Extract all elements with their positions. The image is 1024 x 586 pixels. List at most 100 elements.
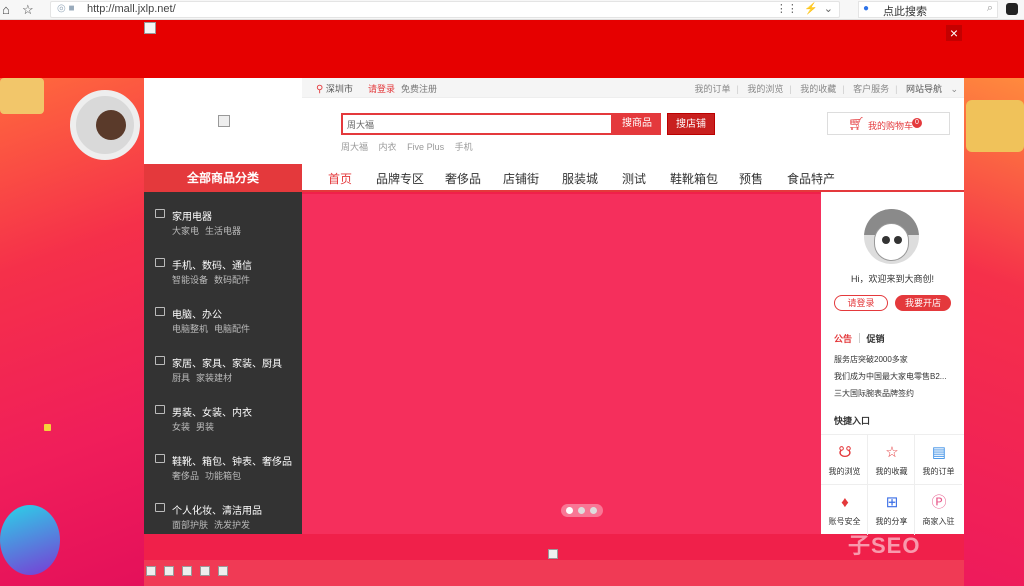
thumbnail-placeholder[interactable] xyxy=(218,566,228,576)
category-title[interactable]: 个人化妆、清洁用品 xyxy=(172,502,262,517)
quick-link-label: 账号安全 xyxy=(828,517,861,526)
link-my-browse[interactable]: 我的浏览 xyxy=(747,84,783,94)
category-item[interactable]: 电脑、办公 电脑整机 电脑配件 xyxy=(144,296,302,345)
bottom-strip xyxy=(144,560,964,586)
quick-link-browse[interactable]: ☋ 我的浏览 xyxy=(821,435,868,485)
hot-words: 周大福 内衣 Five Plus 手机 xyxy=(341,140,481,153)
category-item[interactable]: 手机、数码、通信 智能设备 数码配件 xyxy=(144,247,302,296)
banner-dot[interactable] xyxy=(578,507,585,514)
hot-word[interactable]: 手机 xyxy=(455,142,473,152)
category-item[interactable]: 鞋靴、箱包、钟表、奢侈品 奢侈品 功能箱包 xyxy=(144,443,302,492)
sub-link[interactable]: 数码配件 xyxy=(214,275,250,285)
thumbnail-placeholder[interactable] xyxy=(182,566,192,576)
link-customer-service[interactable]: 客户服务 xyxy=(853,84,889,94)
search-input[interactable]: 周大福 xyxy=(341,113,613,135)
sub-link[interactable]: 大家电 xyxy=(172,226,199,236)
news-item[interactable]: 三大国际腕表品牌签约 xyxy=(834,388,956,399)
tab-divider xyxy=(859,333,860,343)
site-logo[interactable] xyxy=(144,78,302,164)
share-icon: ⊞ xyxy=(885,494,899,511)
nav-item-shop-street[interactable]: 店铺街 xyxy=(503,170,539,187)
nav-item-luxury[interactable]: 奢侈品 xyxy=(445,170,481,187)
search-engine-label: 点此搜索 xyxy=(883,6,927,18)
category-title[interactable]: 鞋靴、箱包、钟表、奢侈品 xyxy=(172,453,292,468)
decoration-ribbon xyxy=(0,505,60,575)
thumbnail-placeholder[interactable] xyxy=(164,566,174,576)
login-button[interactable]: 请登录 xyxy=(834,295,888,311)
quick-link-orders[interactable]: ▤ 我的订单 xyxy=(915,435,962,485)
avatar-eye xyxy=(882,236,890,244)
sub-link[interactable]: 面部护肤 xyxy=(172,520,208,530)
open-shop-button[interactable]: 我要开店 xyxy=(895,295,951,311)
quick-link-merchant[interactable]: Ⓟ 商家入驻 xyxy=(915,485,962,535)
main-banner[interactable] xyxy=(302,194,821,534)
link-site-nav[interactable]: 网站导航 xyxy=(906,84,942,94)
category-item[interactable]: 家居、家具、家装、厨具 厨具 家装建材 xyxy=(144,345,302,394)
hot-word[interactable]: 内衣 xyxy=(379,142,397,152)
thumbnail-placeholder[interactable] xyxy=(146,566,156,576)
category-item[interactable]: 个人化妆、清洁用品 面部护肤 洗发护发 xyxy=(144,492,302,541)
nav-item-shoes-bags[interactable]: 鞋靴箱包 xyxy=(670,170,718,187)
bookmark-star-icon[interactable]: ☆ xyxy=(22,2,34,18)
sub-link[interactable]: 生活电器 xyxy=(205,226,241,236)
sub-link[interactable]: 女装 xyxy=(172,422,190,432)
category-title[interactable]: 手机、数码、通信 xyxy=(172,257,252,272)
nav-item-food[interactable]: 食品特产 xyxy=(787,170,835,187)
cart-button[interactable]: 🛒︎ 我的购物车 0 xyxy=(827,112,950,135)
top-bar: ⚲ 深圳市 请登录 免费注册 我的订单 | 我的浏览 | 我的收藏 | 客户服务 | 网… xyxy=(302,78,964,98)
sub-link[interactable]: 功能箱包 xyxy=(205,471,241,481)
sub-link[interactable]: 洗发护发 xyxy=(214,520,250,530)
banner-dot[interactable] xyxy=(590,507,597,514)
paw-icon: ● xyxy=(863,3,870,14)
sub-link[interactable]: 家装建材 xyxy=(196,373,232,383)
nav-item-presale[interactable]: 预售 xyxy=(739,170,763,187)
address-tools[interactable]: ⋮⋮ ⚡ ⌄ xyxy=(776,2,833,15)
hot-word[interactable]: 周大福 xyxy=(341,142,368,152)
link-my-orders[interactable]: 我的订单 xyxy=(694,84,730,94)
register-link[interactable]: 免费注册 xyxy=(401,82,437,95)
category-title[interactable]: 男装、女装、内衣 xyxy=(172,404,252,419)
main-nav: 首页 品牌专区 奢侈品 店铺街 服装城 测试 鞋靴箱包 预售 食品特产 xyxy=(302,164,964,192)
tab-promo[interactable]: 促销 xyxy=(867,334,885,344)
nav-item-home[interactable]: 首页 xyxy=(328,170,352,187)
all-categories-header[interactable]: 全部商品分类 xyxy=(144,164,302,192)
category-title[interactable]: 家用电器 xyxy=(172,208,212,223)
sub-link[interactable]: 奢侈品 xyxy=(172,471,199,481)
sub-link[interactable]: 厨具 xyxy=(172,373,190,383)
decoration-box xyxy=(0,78,44,114)
category-item[interactable]: 男装、女装、内衣 女装 男装 xyxy=(144,394,302,443)
nav-item-test[interactable]: 测试 xyxy=(622,170,646,187)
category-title[interactable]: 电脑、办公 xyxy=(172,306,222,321)
sub-link[interactable]: 智能设备 xyxy=(172,275,208,285)
news-item[interactable]: 我们成为中国最大家电零售B2... xyxy=(834,371,956,382)
nav-item-clothing[interactable]: 服装城 xyxy=(562,170,598,187)
link-my-favorites[interactable]: 我的收藏 xyxy=(800,84,836,94)
close-icon[interactable]: × xyxy=(946,25,962,41)
search-shop-button[interactable]: 搜店铺 xyxy=(667,113,715,135)
location[interactable]: ⚲ 深圳市 xyxy=(316,82,353,95)
address-bar[interactable]: ◎ ■ http://mall.jxlp.net/ ⋮⋮ ⚡ ⌄ xyxy=(50,1,840,18)
banner-dot[interactable] xyxy=(566,507,573,514)
ad-image-placeholder xyxy=(144,22,156,34)
extension-icon[interactable] xyxy=(1006,3,1018,15)
home-icon[interactable]: ⌂ xyxy=(2,2,10,18)
nav-item-brand[interactable]: 品牌专区 xyxy=(376,170,424,187)
tab-notice[interactable]: 公告 xyxy=(834,334,852,344)
search-goods-button[interactable]: 搜商品 xyxy=(613,113,661,135)
news-item[interactable]: 服务店突破2000多家 xyxy=(834,354,956,365)
hot-word[interactable]: Five Plus xyxy=(407,142,444,152)
browser-search-box[interactable]: ● 点此搜索 ⌕ xyxy=(858,1,998,18)
sub-link[interactable]: 电脑整机 xyxy=(172,324,208,334)
login-link[interactable]: 请登录 xyxy=(368,82,395,95)
notice-tabs: 公告 促销 xyxy=(834,332,885,345)
sub-link[interactable]: 男装 xyxy=(196,422,214,432)
thumbnail-placeholder[interactable] xyxy=(200,566,210,576)
quick-link-label: 我的收藏 xyxy=(875,467,908,476)
category-item[interactable]: 家用电器 大家电 生活电器 xyxy=(144,198,302,247)
category-title[interactable]: 家居、家具、家装、厨具 xyxy=(172,355,282,370)
sub-link[interactable]: 电脑配件 xyxy=(214,324,250,334)
quick-link-favorites[interactable]: ☆ 我的收藏 xyxy=(868,435,915,485)
quick-link-label: 商家入驻 xyxy=(922,517,955,526)
appliance-icon xyxy=(155,209,165,218)
magnifier-icon[interactable]: ⌕ xyxy=(987,2,993,15)
